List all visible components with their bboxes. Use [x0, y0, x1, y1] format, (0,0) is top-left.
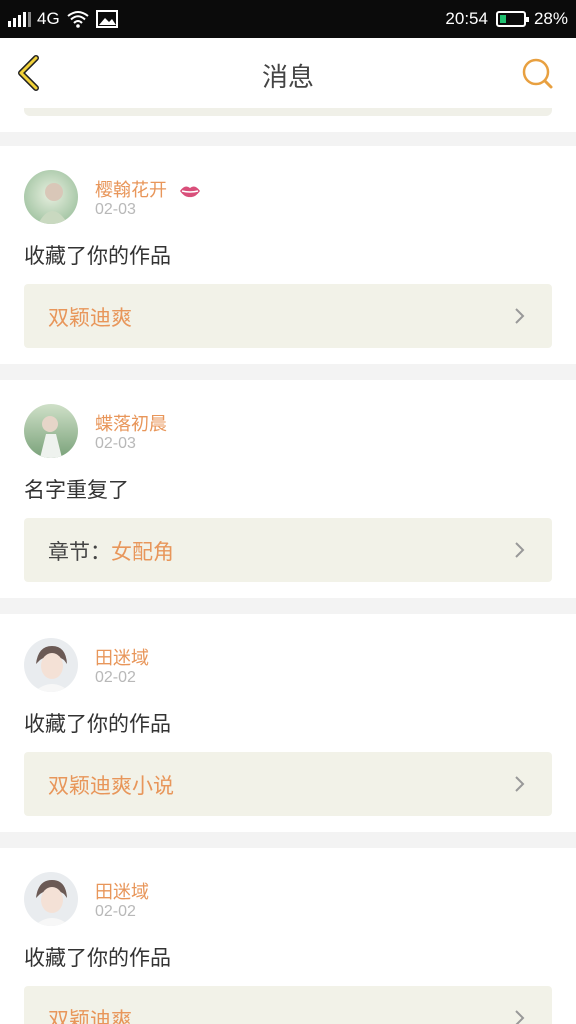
user-name-text: 蝶落初晨: [95, 414, 167, 435]
battery-icon: [495, 11, 529, 27]
work-link-label: 双颖迪爽: [48, 1004, 132, 1024]
previous-card-tail: [0, 108, 576, 132]
search-button[interactable]: [520, 56, 556, 92]
user-name[interactable]: 田迷域: [95, 878, 149, 904]
message-text: 名字重复了: [24, 478, 129, 502]
avatar[interactable]: [24, 638, 78, 692]
user-name[interactable]: 樱翰花开: [95, 176, 201, 202]
work-link-label: 双颖迪爽: [48, 302, 132, 332]
avatar[interactable]: [24, 170, 78, 224]
link-title: 双颖迪爽小说: [48, 774, 174, 798]
message-date: 02-03: [95, 201, 136, 218]
message-date: 02-02: [95, 669, 136, 686]
user-name[interactable]: 田迷域: [95, 644, 149, 670]
link-title: 双颖迪爽: [48, 306, 132, 330]
chapter-link[interactable]: 章节：女配角: [24, 518, 552, 582]
chevron-right-icon: [515, 1010, 525, 1024]
message-text: 收藏了你的作品: [24, 712, 171, 736]
message-card: 田迷域 02-02 收藏了你的作品 双颖迪爽: [0, 848, 576, 1024]
message-text: 收藏了你的作品: [24, 946, 171, 970]
search-icon: [522, 58, 553, 89]
user-name[interactable]: 蝶落初晨: [95, 410, 167, 436]
work-link[interactable]: 双颖迪爽: [24, 986, 552, 1024]
work-link[interactable]: 双颖迪爽: [24, 284, 552, 348]
nav-bar: 消息: [0, 38, 576, 109]
status-left: 4G: [8, 9, 118, 29]
message-date: 02-03: [95, 435, 136, 452]
message-card: 樱翰花开 02-03 收藏了你的作品 双颖迪爽: [0, 146, 576, 364]
user-name-text: 田迷域: [95, 882, 149, 903]
work-link[interactable]: 双颖迪爽小说: [24, 752, 552, 816]
battery-percent: 28%: [533, 9, 568, 28]
link-title: 双颖迪爽: [48, 1008, 132, 1024]
clock: 20:54: [445, 9, 488, 28]
lips-icon: [179, 186, 200, 198]
page-title: 消息: [261, 63, 314, 93]
message-list[interactable]: 樱翰花开 02-03 收藏了你的作品 双颖迪爽 蝶落初晨 02-03 名字重复了…: [0, 108, 576, 1024]
wifi-icon: [67, 11, 89, 28]
work-link-label: 双颖迪爽小说: [48, 770, 174, 800]
avatar[interactable]: [24, 872, 78, 926]
chevron-right-icon: [515, 776, 525, 792]
chapter-link-label: 章节：女配角: [48, 536, 174, 566]
message-text: 收藏了你的作品: [24, 244, 171, 268]
chevron-right-icon: [515, 308, 525, 324]
chevron-right-icon: [515, 542, 525, 558]
message-card: 田迷域 02-02 收藏了你的作品 双颖迪爽小说: [0, 614, 576, 832]
battery-fill: [499, 15, 507, 23]
user-name-text: 樱翰花开: [95, 180, 167, 201]
status-right: 20:54 28%: [445, 9, 568, 29]
signal-icon: [8, 11, 31, 27]
user-name-text: 田迷域: [95, 648, 149, 669]
avatar[interactable]: [24, 404, 78, 458]
link-title: 女配角: [111, 540, 174, 564]
status-bar: 4G 20:54 28%: [0, 0, 576, 38]
message-date: 02-02: [95, 903, 136, 920]
image-icon: [95, 10, 118, 28]
link-prefix: 章节：: [48, 540, 111, 564]
network-label: 4G: [37, 9, 60, 28]
message-card: 蝶落初晨 02-03 名字重复了 章节：女配角: [0, 380, 576, 598]
